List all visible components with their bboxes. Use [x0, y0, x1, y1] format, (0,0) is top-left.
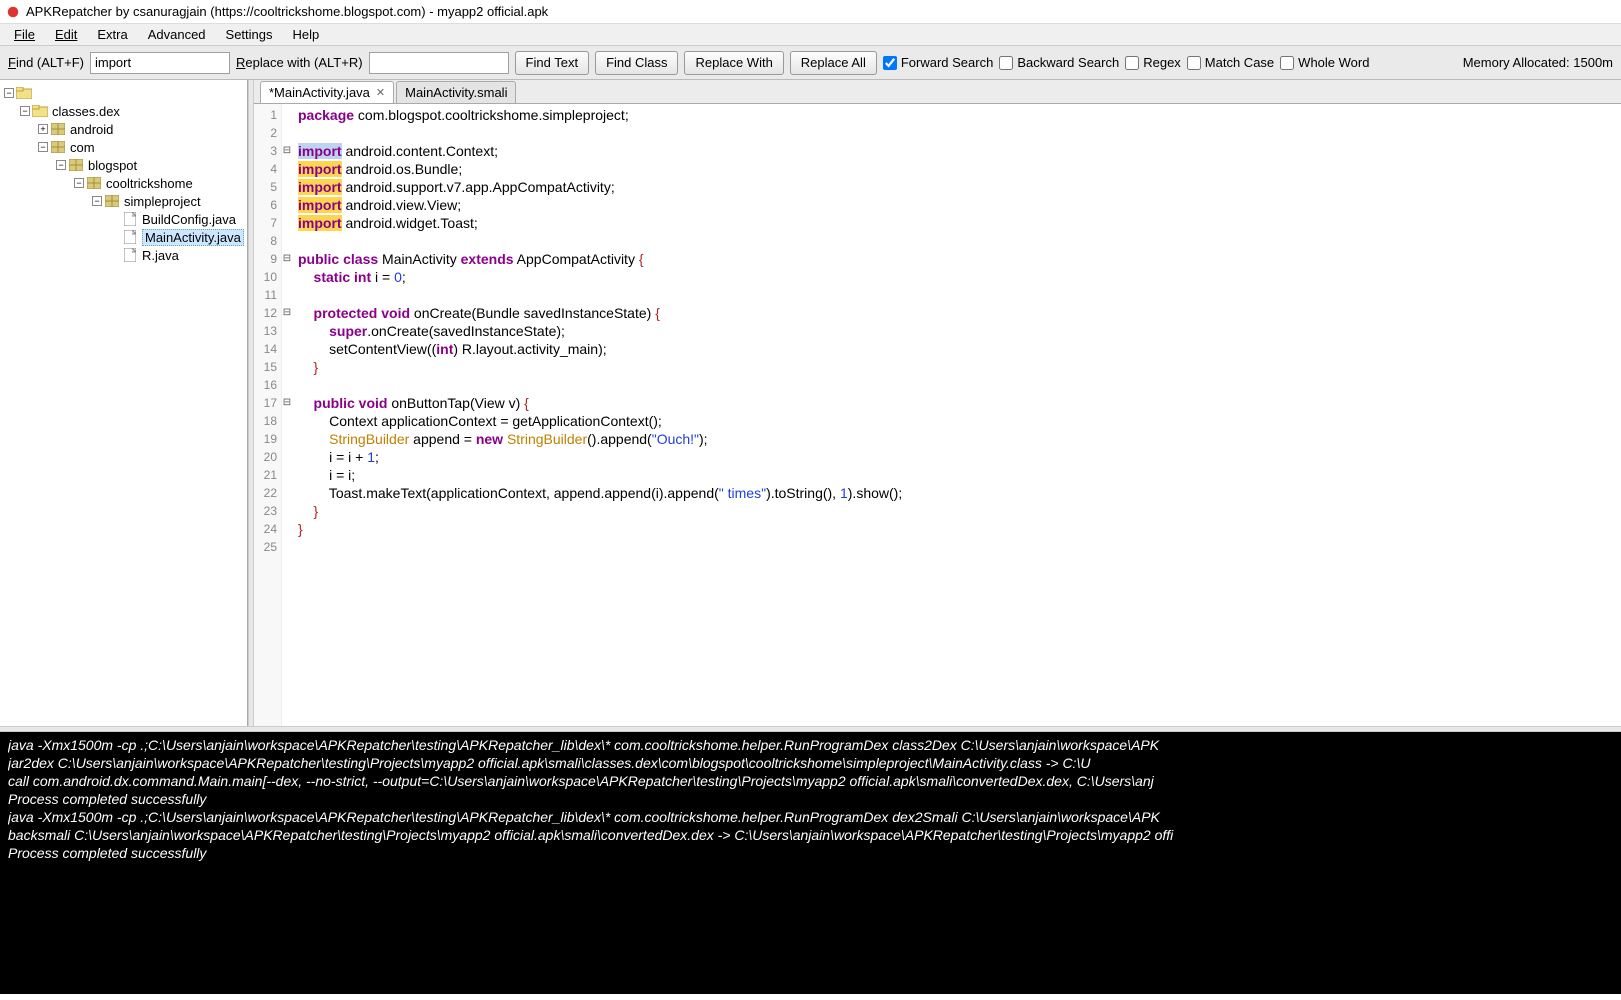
code-editor[interactable]: 1234567891011121314151617181920212223242… — [254, 104, 1621, 726]
whole-word-checkbox[interactable] — [1280, 56, 1294, 70]
tree-simpleproject[interactable]: − simpleproject — [2, 192, 245, 210]
tree-com[interactable]: − com — [2, 138, 245, 156]
menu-advanced[interactable]: Advanced — [138, 25, 216, 44]
whole-word-check[interactable]: Whole Word — [1280, 55, 1369, 70]
replace-with-button[interactable]: Replace With — [684, 51, 783, 75]
tree-label: cooltrickshome — [106, 176, 193, 191]
search-toolbar: Find (ALT+F) Replace with (ALT+R) Find T… — [0, 46, 1621, 80]
console-line: Process completed successfully — [8, 844, 1613, 862]
tree-label: R.java — [142, 248, 179, 263]
menubar: File Edit Extra Advanced Settings Help — [0, 24, 1621, 46]
menu-file[interactable]: File — [4, 25, 45, 44]
menu-edit[interactable]: Edit — [45, 25, 87, 44]
regex-check[interactable]: Regex — [1125, 55, 1181, 70]
collapse-icon[interactable]: − — [74, 178, 84, 188]
code-content[interactable]: package com.blogspot.cooltrickshome.simp… — [292, 104, 908, 726]
collapse-icon[interactable]: − — [56, 160, 66, 170]
file-icon — [122, 212, 138, 226]
replace-input[interactable] — [369, 52, 509, 74]
tree-buildconfig[interactable]: BuildConfig.java — [2, 210, 245, 228]
collapse-icon[interactable]: − — [92, 196, 102, 206]
package-icon — [104, 194, 120, 208]
file-icon — [122, 230, 138, 244]
tree-mainactivity[interactable]: MainActivity.java — [2, 228, 245, 246]
tree-label: com — [70, 140, 95, 155]
tab-label: *MainActivity.java — [269, 85, 370, 100]
file-icon — [122, 248, 138, 262]
tab-mainactivity-smali[interactable]: MainActivity.smali — [396, 81, 516, 103]
tree-label: MainActivity.java — [142, 229, 244, 246]
package-icon — [68, 158, 84, 172]
tree-blogspot[interactable]: − blogspot — [2, 156, 245, 174]
tree-label: blogspot — [88, 158, 137, 173]
console-output[interactable]: java -Xmx1500m -cp .;C:\Users\anjain\wor… — [0, 732, 1621, 994]
package-icon — [50, 122, 66, 136]
folder-icon — [16, 86, 32, 100]
console-line: java -Xmx1500m -cp .;C:\Users\anjain\wor… — [8, 736, 1613, 754]
fold-column: ⊟⊟⊟⊟ — [282, 104, 292, 726]
find-text-button[interactable]: Find Text — [515, 51, 590, 75]
match-case-check[interactable]: Match Case — [1187, 55, 1274, 70]
tab-bar: *MainActivity.java ✕ MainActivity.smali — [254, 80, 1621, 104]
titlebar: APKRepatcher by csanuragjain (https://co… — [0, 0, 1621, 24]
collapse-icon[interactable]: − — [38, 142, 48, 152]
tree-label: BuildConfig.java — [142, 212, 236, 227]
line-gutter: 1234567891011121314151617181920212223242… — [254, 104, 282, 726]
backward-search-check[interactable]: Backward Search — [999, 55, 1119, 70]
collapse-icon[interactable]: − — [20, 106, 30, 116]
expand-icon[interactable]: + — [38, 124, 48, 134]
package-icon — [50, 140, 66, 154]
tree-android[interactable]: + android — [2, 120, 245, 138]
find-class-button[interactable]: Find Class — [595, 51, 678, 75]
collapse-icon[interactable]: − — [4, 88, 14, 98]
tree-classes-dex[interactable]: − classes.dex — [2, 102, 245, 120]
editor-area: *MainActivity.java ✕ MainActivity.smali … — [254, 80, 1621, 726]
regex-checkbox[interactable] — [1125, 56, 1139, 70]
tree-label: android — [70, 122, 113, 137]
tree-label: simpleproject — [124, 194, 201, 209]
window-title: APKRepatcher by csanuragjain (https://co… — [26, 4, 548, 19]
find-label: Find (ALT+F) — [8, 55, 84, 70]
tree-root[interactable]: − — [2, 84, 245, 102]
tree-cooltrickshome[interactable]: − cooltrickshome — [2, 174, 245, 192]
replace-label: Replace with (ALT+R) — [236, 55, 363, 70]
match-case-checkbox[interactable] — [1187, 56, 1201, 70]
app-icon — [6, 5, 20, 19]
main-area: − − classes.dex + android − com − blogsp… — [0, 80, 1621, 726]
memory-label: Memory Allocated: 1500m — [1463, 55, 1613, 70]
tab-mainactivity-java[interactable]: *MainActivity.java ✕ — [260, 81, 394, 103]
console-line: jar2dex C:\Users\anjain\workspace\APKRep… — [8, 754, 1613, 772]
tree-rjava[interactable]: R.java — [2, 246, 245, 264]
file-tree[interactable]: − − classes.dex + android − com − blogsp… — [0, 80, 248, 726]
tree-label: classes.dex — [52, 104, 120, 119]
menu-extra[interactable]: Extra — [87, 25, 137, 44]
forward-search-checkbox[interactable] — [883, 56, 897, 70]
tab-label: MainActivity.smali — [405, 85, 507, 100]
backward-search-checkbox[interactable] — [999, 56, 1013, 70]
replace-all-button[interactable]: Replace All — [790, 51, 877, 75]
find-input[interactable] — [90, 52, 230, 74]
console-line: Process completed successfully — [8, 790, 1613, 808]
menu-help[interactable]: Help — [283, 25, 330, 44]
close-icon[interactable]: ✕ — [376, 86, 385, 99]
console-line: java -Xmx1500m -cp .;C:\Users\anjain\wor… — [8, 808, 1613, 826]
package-icon — [86, 176, 102, 190]
forward-search-check[interactable]: Forward Search — [883, 55, 993, 70]
console-line: call com.android.dx.command.Main.main[--… — [8, 772, 1613, 790]
menu-settings[interactable]: Settings — [216, 25, 283, 44]
console-line: backsmali C:\Users\anjain\workspace\APKR… — [8, 826, 1613, 844]
folder-icon — [32, 104, 48, 118]
